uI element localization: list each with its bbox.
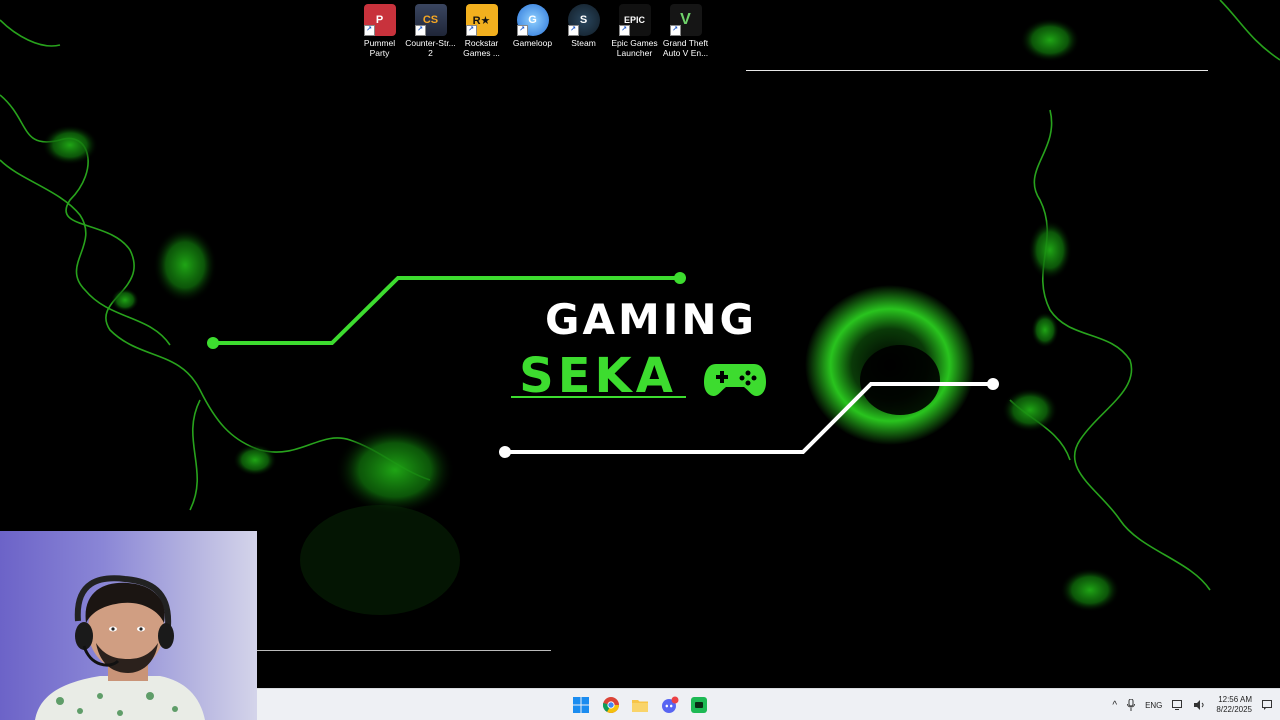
desktop-icon-rockstar-games[interactable]: R★ ↗ Rockstar Games ... [456, 4, 507, 58]
chrome-icon [603, 697, 619, 713]
discord-icon [662, 696, 679, 713]
desktop-icon-label: Grand Theft Auto V En... [662, 38, 709, 58]
start-button[interactable] [570, 694, 592, 716]
epic-games-icon: EPIC ↗ [618, 4, 651, 36]
webcam-overlay [0, 531, 257, 720]
gta-v-icon: V ↗ [669, 4, 702, 36]
system-tray: ^ ENG 12:56 AM 8/22/2025 [1112, 689, 1272, 720]
wallpaper-title-seka: SEKA [519, 348, 677, 404]
wallpaper-title-gaming: GAMING [545, 295, 757, 344]
rockstar-icon: R★ ↗ [465, 4, 498, 36]
desktop-icon-label: Gameloop [512, 38, 553, 48]
desktop-icon-counter-strike-2[interactable]: CS ↗ Counter-Str... 2 [405, 4, 456, 58]
divider-line-top [746, 70, 1208, 71]
desktop-icon-label: Rockstar Games ... [463, 38, 500, 58]
microphone-icon[interactable] [1127, 699, 1136, 711]
desktop-icon-label: Pummel Party [363, 38, 396, 58]
chrome-button[interactable] [600, 694, 622, 716]
clock-date: 8/22/2025 [1216, 705, 1252, 714]
fractal-right [1009, 0, 1280, 591]
steam-icon: S ↗ [567, 4, 600, 36]
chevron-up-icon[interactable]: ^ [1112, 700, 1117, 711]
desktop-icon-label: Steam [571, 38, 596, 48]
notification-icon[interactable] [1262, 700, 1272, 710]
desktop-icon-epic-games-launcher[interactable]: EPIC ↗ Epic Games Launcher [609, 4, 660, 58]
pummel-party-icon: P ↗ [363, 4, 396, 36]
file-explorer-button[interactable] [629, 694, 651, 716]
streamer-portrait [35, 575, 205, 720]
discord-button[interactable] [659, 694, 681, 716]
gameloop-icon: G ↗ [516, 4, 549, 36]
desktop-icons: P ↗ Pummel Party CS ↗ Counter-Str... 2 R★ ↗… [354, 4, 711, 58]
clock[interactable]: 12:56 AM 8/22/2025 [1216, 695, 1252, 715]
clock-time: 12:56 AM [1218, 695, 1252, 704]
language-indicator[interactable]: ENG [1145, 701, 1162, 710]
volume-icon[interactable] [1194, 700, 1206, 710]
gamepad-icon [704, 364, 766, 396]
desktop-icon-pummel-party[interactable]: P ↗ Pummel Party [354, 4, 405, 58]
folder-icon [632, 700, 648, 712]
desktop-icon-gta-v[interactable]: V ↗ Grand Theft Auto V En... [660, 4, 711, 58]
divider-line-bottom [257, 650, 551, 651]
app-icon [691, 697, 707, 713]
counter-strike-icon: CS ↗ [414, 4, 447, 36]
desktop-icon-gameloop[interactable]: G ↗ Gameloop [507, 4, 558, 58]
desktop: GAMING SEKA P ↗ Pummel Party CS ↗ Counte… [0, 0, 1280, 720]
desktop-icon-label: Counter-Str... 2 [405, 38, 456, 58]
windows-icon [573, 697, 589, 713]
taskbar: ^ ENG 12:56 AM 8/22/2025 [257, 688, 1280, 720]
desktop-icon-steam[interactable]: S ↗ Steam [558, 4, 609, 58]
obs-button[interactable] [688, 694, 710, 716]
network-icon[interactable] [1172, 700, 1184, 710]
desktop-icon-label: Epic Games Launcher [611, 38, 658, 58]
